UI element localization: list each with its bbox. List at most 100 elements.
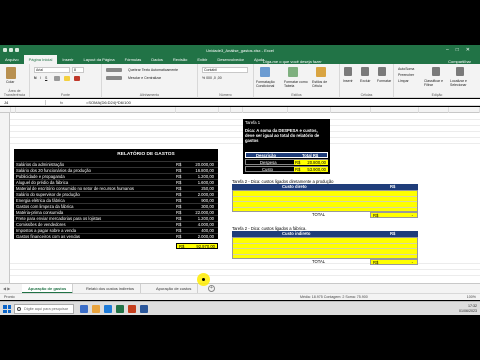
font-color-icon[interactable] xyxy=(74,76,80,81)
status-bar: Pronto Média: 18.975 Contagem: 2 Soma: 7… xyxy=(0,293,480,300)
wrap-text-button[interactable]: Quebrar Texto Automaticamente xyxy=(128,68,178,72)
system-tray-clock[interactable]: 17:32 01/06/2023 xyxy=(459,304,477,314)
tab-pagina-inicial[interactable]: Página Inicial xyxy=(23,55,58,64)
taskbar: Digite aqui para pesquisar 17:32 01/06/2… xyxy=(0,301,480,315)
format-cells-label: Formatar xyxy=(377,79,392,83)
name-box[interactable]: J4 xyxy=(2,100,46,105)
conditional-format-icon[interactable] xyxy=(260,67,270,77)
editing-group-label: Edição xyxy=(431,93,443,97)
tab-layout[interactable]: Layout da Página xyxy=(78,55,119,64)
insert-cells-label: Inserir xyxy=(343,79,353,83)
delete-cells-icon[interactable] xyxy=(361,67,369,76)
format-cells-icon[interactable] xyxy=(378,67,386,76)
search-icon xyxy=(17,307,21,311)
tarefa2-direct-input-area[interactable] xyxy=(232,190,418,212)
tarefa1-header[interactable]: Descrição Total R$ xyxy=(245,152,328,158)
excel-taskbar-icon[interactable] xyxy=(116,305,124,313)
windows-start-icon[interactable] xyxy=(3,305,11,313)
clipboard-group: Colar Área de Transferência xyxy=(0,64,30,98)
insert-cells-icon[interactable] xyxy=(344,67,352,76)
tarefa2-direct-total[interactable]: TOTAL R$ - xyxy=(232,212,418,218)
tab-dados[interactable]: Dados xyxy=(146,55,168,64)
tarefa2-indirect-input-area[interactable] xyxy=(232,237,418,259)
format-table-icon[interactable] xyxy=(288,67,298,77)
tab-formulas[interactable]: Fórmulas xyxy=(120,55,147,64)
tarefa2-indirect-header[interactable]: Custo indireto R$ xyxy=(232,231,418,237)
status-summary: Média: 18.975 Contagem: 2 Soma: 75.900 xyxy=(300,295,368,299)
word-icon[interactable] xyxy=(140,305,148,313)
styles-group-label: Estilos xyxy=(291,93,302,97)
row-headers[interactable] xyxy=(0,113,10,283)
status-ready: Pronto xyxy=(4,295,15,299)
editing-group: AutoSoma Preencher Limpar Classificar e … xyxy=(394,64,480,98)
expense-report: RELATÓRIO DE GASTOS Salários da administ… xyxy=(14,149,218,249)
zoom-level[interactable]: 100% xyxy=(467,295,476,300)
window-title: Unidade3_Análise_gastos.xlsx - Excel xyxy=(206,48,274,53)
format-table-label: Formatar como Tabela xyxy=(284,80,308,88)
alignment-group: Quebrar Texto Automaticamente Mesclar e … xyxy=(102,64,198,98)
fill-button[interactable]: Preencher xyxy=(398,73,414,77)
font-group: Arial 8 N I S Fonte xyxy=(30,64,102,98)
sort-filter-label: Classificar e Filtrar xyxy=(424,79,444,87)
spreadsheet-grid[interactable]: RELATÓRIO DE GASTOS Salários da administ… xyxy=(0,113,480,283)
fill-color-icon[interactable] xyxy=(64,76,70,81)
font-group-label: Fonte xyxy=(61,93,70,97)
paste-icon[interactable] xyxy=(6,67,16,79)
styles-group: Formatação Condicional Formatar como Tab… xyxy=(254,64,340,98)
window-controls[interactable]: –□✕ xyxy=(446,47,477,53)
align-left-icon[interactable] xyxy=(106,76,122,80)
report-row[interactable]: Gastos financeiros com as vendas R$ 2.000,… xyxy=(14,233,218,239)
cells-group-label: Células xyxy=(360,93,373,97)
report-title[interactable]: RELATÓRIO DE GASTOS xyxy=(14,149,218,161)
formula-input[interactable]: =SOMA(D6:D24)*D6/100 xyxy=(86,100,131,105)
tab-exibir[interactable]: Exibir xyxy=(192,55,212,64)
formula-bar: J4 fx =SOMA(D6:D24)*D6/100 xyxy=(0,99,480,106)
number-group-label: Número xyxy=(219,93,232,97)
tarefa2-direct-header[interactable]: Custo direto R$ xyxy=(232,184,418,190)
cell-styles-label: Estilos de Célula xyxy=(312,80,328,88)
edge-icon[interactable] xyxy=(104,305,112,313)
merge-center-button[interactable]: Mesclar e Centralizar xyxy=(128,76,161,80)
fx-icon[interactable]: fx xyxy=(60,100,63,105)
tarefa1-row-despesa[interactable]: Despesa R$ 20.800,00 xyxy=(245,159,328,165)
taskbar-search[interactable]: Digite aqui para pesquisar xyxy=(14,304,74,314)
task-view-icon[interactable] xyxy=(80,305,88,313)
number-group: Contábil % 000 ,0 ,00 Número xyxy=(198,64,254,98)
font-size-dropdown[interactable]: 8 xyxy=(72,67,84,73)
tab-revisao[interactable]: Revisão xyxy=(168,55,192,64)
italic-icon[interactable]: I xyxy=(40,76,41,80)
alignment-group-label: Alinhamento xyxy=(139,93,160,97)
file-explorer-icon[interactable] xyxy=(92,305,100,313)
cell-styles-icon[interactable] xyxy=(316,67,326,77)
align-top-icon[interactable] xyxy=(106,68,122,72)
bold-icon[interactable]: N xyxy=(34,76,37,80)
tarefa2-indirect-total[interactable]: TOTAL R$ - xyxy=(232,259,418,265)
autosum-button[interactable]: AutoSoma xyxy=(398,67,414,71)
tarefa2-indirect-panel: Tarefa 2 - Dica: custos ligados a fábric… xyxy=(232,226,418,265)
tarefa1-row-custo[interactable]: Custo R$ 53.900,00 xyxy=(245,166,328,172)
tab-inserir[interactable]: Inserir xyxy=(57,55,78,64)
tarefa2-direct-panel: Tarefa 2 - Dica: custos ligados diretame… xyxy=(232,179,418,218)
powerpoint-icon[interactable] xyxy=(128,305,136,313)
sort-filter-icon[interactable] xyxy=(432,67,440,76)
percent-icon[interactable]: % 000 ,0 ,00 xyxy=(202,76,222,80)
delete-cells-label: Excluir xyxy=(360,79,371,83)
cells-group: Inserir Excluir Formatar Células xyxy=(340,64,394,98)
report-total-cell[interactable]: R$ 92.970,00 xyxy=(176,243,218,249)
underline-icon[interactable]: S xyxy=(45,76,47,80)
add-sheet-icon[interactable]: + xyxy=(208,285,215,292)
sheet-nav-arrows[interactable]: ◀ ▶ xyxy=(3,286,10,291)
clear-button[interactable]: Limpar xyxy=(398,79,409,83)
find-select-label: Localizar e Selecionar xyxy=(450,79,467,87)
tab-desenvolvedor[interactable]: Desenvolvedor xyxy=(212,55,249,64)
tarefa1-hint[interactable]: Dica: A soma da DESPESA e custos, deve s… xyxy=(245,128,327,143)
ribbon: Colar Área de Transferência Arial 8 N I … xyxy=(0,64,480,98)
tarefa1-title[interactable]: Tarefa 1 xyxy=(245,120,260,125)
find-select-icon[interactable] xyxy=(456,67,464,76)
ribbon-tabs: Arquivo Página Inicial Inserir Layout da Pá… xyxy=(0,55,480,64)
number-format-dropdown[interactable]: Contábil xyxy=(202,67,248,73)
font-name-dropdown[interactable]: Arial xyxy=(34,67,70,73)
tab-arquivo[interactable]: Arquivo xyxy=(0,55,24,64)
clipboard-group-label: Área de Transferência xyxy=(3,89,26,97)
borders-icon[interactable] xyxy=(54,76,60,81)
